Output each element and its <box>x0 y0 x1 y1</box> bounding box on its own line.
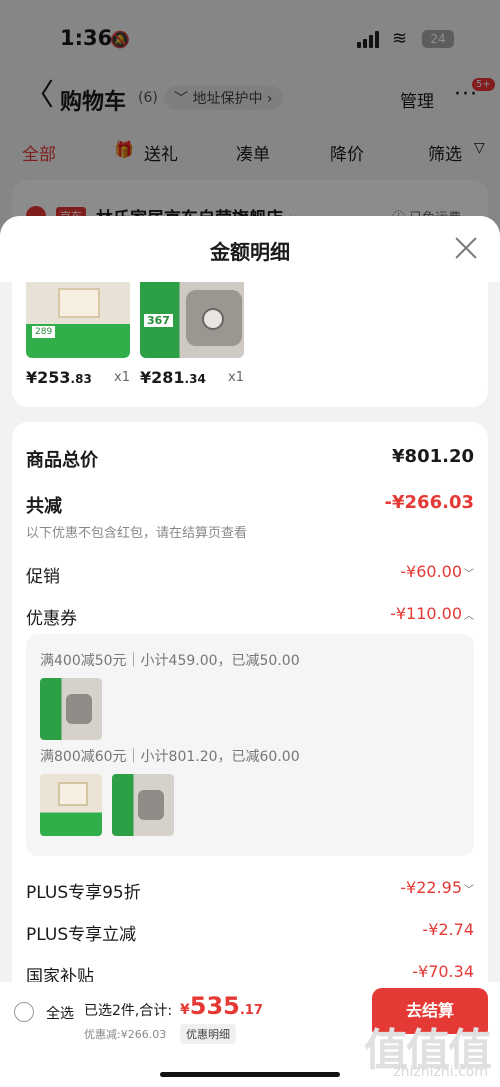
selected-summary: 已选2件,合计: <box>84 1003 173 1019</box>
goods-total-label: 商品总价 <box>26 450 98 471</box>
chevron-down-icon: ﹀ <box>464 885 474 896</box>
promotion-label: 促销 <box>26 567 60 587</box>
product-price: ¥253.83 <box>26 368 92 387</box>
product-card: 289 367 ¥253.83 x1 ¥281.34 x1 <box>12 282 488 407</box>
coupon-product-thumbnail[interactable] <box>112 774 174 836</box>
sheet-header: 金额明细 <box>0 216 500 282</box>
coupon-detail-box: 满400减50元｜小计459.00，已减50.00 满800减60元｜小计801… <box>26 634 474 856</box>
product-thumbnail[interactable]: 289 <box>26 282 130 358</box>
subsidy-value: -¥70.34 <box>412 962 474 981</box>
coupon-rule-1: 满400减50元｜小计459.00，已减50.00 <box>40 653 300 669</box>
plus-95-label: PLUS专享95折 <box>26 883 141 903</box>
coupon-rule-2: 满800减60元｜小计801.20，已减60.00 <box>40 749 300 765</box>
coupon-product-thumbnail[interactable] <box>40 774 102 836</box>
product-price: ¥281.34 <box>140 368 206 387</box>
amount-detail-sheet: 金额明细 289 367 ¥253.83 x1 ¥281.34 x1 商品总价 … <box>0 216 500 1087</box>
thumb-price-tag: 289 <box>32 326 56 338</box>
sheet-title: 金额明细 <box>210 240 290 264</box>
reduction-hint: 以下优惠不包含红包，请在结算页查看 <box>26 526 248 541</box>
total-reduction-value: -¥266.03 <box>384 492 474 513</box>
product-thumbnail[interactable]: 367 <box>140 282 244 358</box>
select-all-radio[interactable] <box>14 1002 34 1022</box>
plus-instant-value: -¥2.74 <box>422 920 474 939</box>
chevron-down-icon: ﹀ <box>464 569 474 580</box>
cooker-knob <box>202 308 224 330</box>
watermark-site: zhizhizhi.com <box>393 1064 488 1080</box>
close-icon[interactable] <box>452 234 480 262</box>
nightstand-image <box>58 288 100 318</box>
home-indicator <box>160 1072 340 1077</box>
discount-detail-button[interactable]: 优惠明细 <box>180 1024 236 1044</box>
promotion-value: -¥60.00 ﹀ <box>400 562 474 581</box>
product-quantity: x1 <box>114 370 130 385</box>
coupon-value: -¥110.00 ︿ <box>390 604 474 623</box>
coupon-label: 优惠券 <box>26 609 77 629</box>
chevron-up-icon: ︿ <box>464 611 474 622</box>
product-quantity: x1 <box>228 370 244 385</box>
coupon-product-thumbnail[interactable] <box>40 678 102 740</box>
amount-breakdown-card: 商品总价 ¥801.20 共减 -¥266.03 以下优惠不包含红包，请在结算页… <box>12 422 488 1042</box>
total-price: ¥535.17 <box>180 992 263 1020</box>
discount-amount: 优惠减:¥266.03 <box>84 1028 167 1041</box>
select-all-label[interactable]: 全选 <box>46 1003 74 1023</box>
plus-instant-label: PLUS专享立减 <box>26 925 137 945</box>
goods-total-value: ¥801.20 <box>392 446 474 467</box>
thumb-price-tag: 367 <box>144 314 173 327</box>
total-reduction-label: 共减 <box>26 496 62 517</box>
plus-95-value: -¥22.95 ﹀ <box>400 878 474 897</box>
